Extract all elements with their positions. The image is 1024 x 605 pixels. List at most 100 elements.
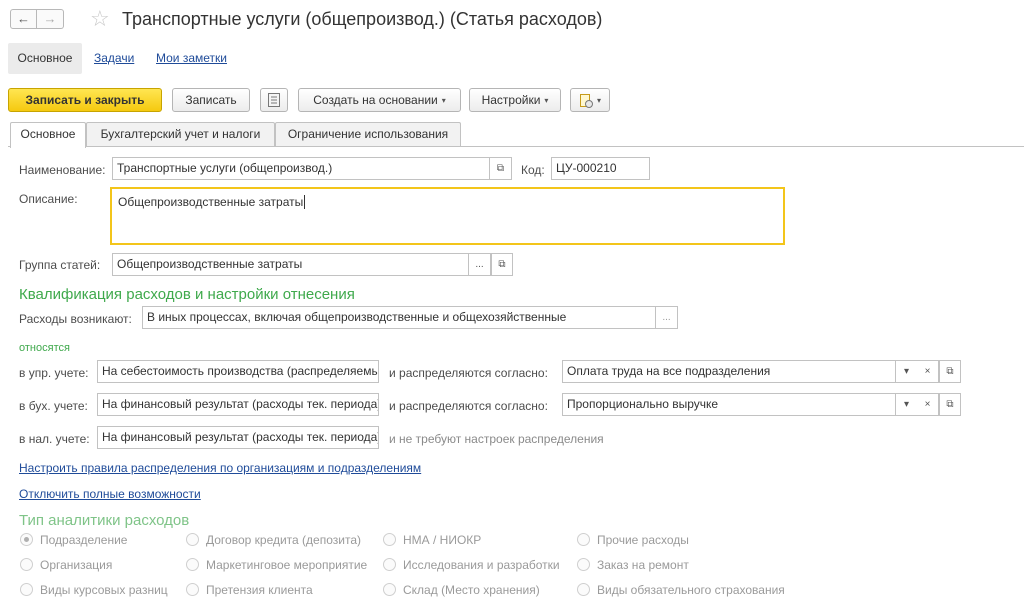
code-field[interactable]: ЦУ-000210 (551, 157, 650, 180)
radio-icon (383, 583, 396, 596)
radio-icon (383, 558, 396, 571)
acc-field[interactable]: На финансовый результат (расходы тек. пе… (97, 393, 379, 416)
section-tab-tasks[interactable]: Задачи (94, 43, 134, 74)
relates-label: относятся (19, 342, 70, 354)
chevron-down-icon: ▾ (544, 96, 549, 105)
save-button[interactable]: Записать (172, 88, 250, 112)
tab-accounting-taxes[interactable]: Бухгалтерский учет и налоги (86, 122, 275, 147)
radio-warehouse[interactable]: Склад (Место хранения) (383, 583, 540, 597)
mgmt-distribution-field[interactable]: Оплата труда на все подразделения (562, 360, 896, 383)
group-select-button[interactable]: ... (469, 253, 491, 276)
open-icon: ⧉ (946, 399, 954, 410)
ellipsis-icon: ... (662, 312, 671, 323)
create-based-on-label: Создать на основании (313, 93, 438, 107)
radio-label: Претензия клиента (206, 583, 313, 597)
tab-main[interactable]: Основное (10, 122, 86, 148)
arise-field[interactable]: В иных процессах, включая общепроизводст… (142, 306, 656, 329)
open-icon: ⧉ (946, 366, 954, 377)
name-field[interactable]: Транспортные услуги (общепроизвод.) (112, 157, 490, 180)
mgmt-distribution-dropdown[interactable]: ▾ (896, 360, 918, 383)
radio-department[interactable]: Подразделение (20, 533, 127, 547)
radio-credit-contract[interactable]: Договор кредита (депозита) (186, 533, 361, 547)
section-tab-main[interactable]: Основное (8, 43, 82, 74)
radio-icon (20, 533, 33, 546)
radio-client-claim[interactable]: Претензия клиента (186, 583, 313, 597)
radio-icon (20, 558, 33, 571)
create-based-on-button[interactable]: Создать на основании ▾ (298, 88, 461, 112)
acc-distribution-dropdown[interactable]: ▾ (896, 393, 918, 416)
radio-marketing-event[interactable]: Маркетинговое мероприятие (186, 558, 367, 572)
open-name-button[interactable]: ⧉ (490, 157, 512, 180)
radio-repair-order[interactable]: Заказ на ремонт (577, 558, 689, 572)
radio-icon (577, 533, 590, 546)
forward-button[interactable]: → (37, 9, 64, 29)
radio-icon (186, 558, 199, 571)
analytics-header: Тип аналитики расходов (19, 512, 190, 529)
close-icon: × (924, 366, 931, 377)
arise-label: Расходы возникают: (19, 312, 132, 326)
radio-label: НМА / НИОКР (403, 533, 482, 547)
report-menu-button[interactable]: ▾ (570, 88, 610, 112)
radio-currency-differences[interactable]: Виды курсовых разниц (20, 583, 168, 597)
radio-label: Прочие расходы (597, 533, 689, 547)
acc-distribution-label: и распределяются согласно: (389, 399, 548, 413)
page-title: Транспортные услуги (общепроизвод.) (Ста… (122, 9, 603, 29)
back-button[interactable]: ← (10, 9, 37, 29)
radio-label: Склад (Место хранения) (403, 583, 540, 597)
radio-label: Организация (40, 558, 113, 572)
acc-distribution-clear[interactable]: × (917, 393, 939, 416)
radio-icon (186, 533, 199, 546)
chevron-down-icon: ▾ (441, 96, 446, 105)
radio-label: Подразделение (40, 533, 128, 547)
report-icon (579, 93, 593, 108)
description-text: Общепроизводственные затраты (118, 195, 304, 209)
radio-label: Маркетинговое мероприятие (206, 558, 368, 572)
tab-usage-restriction[interactable]: Ограничение использования (275, 122, 461, 147)
mgmt-distribution-label: и распределяются согласно: (389, 366, 548, 380)
save-and-close-button[interactable]: Записать и закрыть (8, 88, 162, 112)
disable-full-link[interactable]: Отключить полные возможности (19, 487, 201, 501)
radio-icon (577, 583, 590, 596)
chevron-down-icon: ▾ (903, 399, 910, 410)
radio-label: Виды курсовых разниц (40, 583, 168, 597)
group-open-button[interactable]: ⧉ (491, 253, 513, 276)
radio-research[interactable]: Исследования и разработки (383, 558, 560, 572)
radio-label: Виды обязательного страхования (597, 583, 785, 597)
description-textarea[interactable]: Общепроизводственные затраты (110, 187, 785, 245)
tax-field[interactable]: На финансовый результат (расходы тек. пе… (97, 426, 379, 449)
arise-select-button[interactable]: ... (656, 306, 678, 329)
acc-distribution-open[interactable]: ⧉ (939, 393, 961, 416)
document-list-button[interactable] (260, 88, 288, 112)
tax-note: и не требуют настроек распределения (389, 432, 604, 446)
mgmt-field[interactable]: На себестоимость производства (распредел… (97, 360, 379, 383)
radio-label: Договор кредита (депозита) (206, 533, 361, 547)
radio-mandatory-insurance[interactable]: Виды обязательного страхования (577, 583, 785, 597)
radio-intangible-assets[interactable]: НМА / НИОКР (383, 533, 481, 547)
mgmt-distribution-clear[interactable]: × (917, 360, 939, 383)
mgmt-distribution-open[interactable]: ⧉ (939, 360, 961, 383)
settings-button[interactable]: Настройки ▾ (469, 88, 561, 112)
tax-label: в нал. учете: (19, 432, 90, 446)
group-field[interactable]: Общепроизводственные затраты (112, 253, 469, 276)
radio-other-expenses[interactable]: Прочие расходы (577, 533, 689, 547)
radio-icon (186, 583, 199, 596)
favorite-star-icon[interactable]: ☆ (90, 6, 110, 32)
code-label: Код: (521, 163, 545, 177)
close-icon: × (924, 399, 931, 410)
acc-distribution-field[interactable]: Пропорционально выручке (562, 393, 896, 416)
radio-organization[interactable]: Организация (20, 558, 112, 572)
configure-rules-link[interactable]: Настроить правила распределения по орган… (19, 461, 421, 475)
ellipsis-icon: ... (475, 259, 484, 270)
description-label: Описание: (19, 192, 78, 206)
section-tab-notes[interactable]: Мои заметки (156, 43, 227, 74)
radio-icon (20, 583, 33, 596)
acc-label: в бух. учете: (19, 399, 88, 413)
arrow-left-icon: ← (17, 11, 30, 26)
mgmt-label: в упр. учете: (19, 366, 89, 380)
open-icon: ⧉ (498, 259, 506, 270)
radio-label: Заказ на ремонт (597, 558, 689, 572)
radio-label: Исследования и разработки (403, 558, 560, 572)
arrow-right-icon: → (43, 11, 57, 26)
group-label: Группа статей: (19, 258, 101, 272)
tab-divider (8, 146, 1024, 147)
